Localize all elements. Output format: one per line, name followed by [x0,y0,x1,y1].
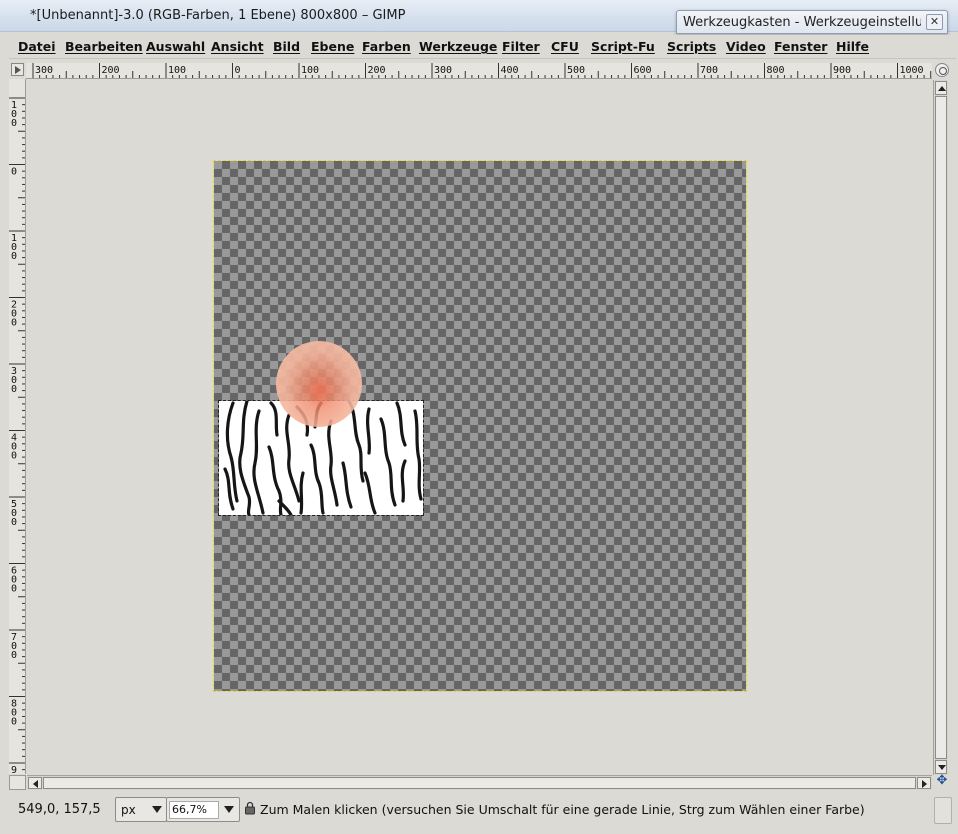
zoom-selector[interactable]: 66,7% [166,797,240,822]
menu-cfu[interactable]: CFU [551,39,579,54]
ruler-label: 800 [767,65,785,76]
menu-filters[interactable]: Filter [502,39,540,54]
ruler-label: 400 [11,433,17,462]
scroll-left-icon[interactable] [28,777,42,789]
chevron-down-icon [152,806,162,813]
menu-image[interactable]: Bild [273,39,300,54]
close-icon[interactable]: ✕ [926,14,943,30]
quick-mask-toggle[interactable] [9,775,26,790]
menu-script-fu[interactable]: Script-Fu [591,39,655,54]
gimp-image-window: *[Unbenannt]-3.0 (RGB-Farben, 1 Ebene) 8… [0,0,958,834]
menu-view[interactable]: Ansicht [211,39,264,54]
tool-icon [245,801,255,815]
zoom-image-when-window-size-changes-icon[interactable] [935,63,949,77]
ruler-label: 100 [11,233,17,262]
ruler-label: 200 [102,65,120,76]
menu-scripts[interactable]: Scripts [667,39,716,54]
ruler-label: 1000 [900,65,924,76]
menu-file[interactable]: Datei [18,39,56,54]
ruler-label: 300 [434,65,452,76]
horizontal-ruler-ticks: 300 200 100 0 100 200 300 400 500 600 700 800 900 100… [32,63,932,78]
ruler-label: 0 [235,65,241,76]
ruler-label: 300 [35,65,53,76]
ruler-label: 900 [833,65,851,76]
menu-bar: Datei Bearbeiten Auswahl Ansicht Bild Eb… [9,35,956,59]
navigate-icon[interactable]: ✥ [935,774,949,789]
horizontal-ruler[interactable]: 300 200 100 0 100 200 300 400 500 600 700 800 900 100… [26,63,932,79]
menu-video[interactable]: Video [726,39,766,54]
scroll-up-icon[interactable] [935,81,947,95]
scroll-right-icon[interactable] [917,777,931,789]
vertical-ruler-ticks: 1 0 0 0 1 0 0 2 0 0 3 0 0 4 0 0 5 0 0 6 0 0 7 0 0 8 0 0 9 [9,97,25,774]
toolbox-window-tab[interactable]: Werkzeugkasten - Werkzeugeinstellung... … [676,10,948,34]
toolbox-window-title: Werkzeugkasten - Werkzeugeinstellung... [683,15,921,30]
ruler-label: 300 [11,366,17,395]
menu-select[interactable]: Auswahl [146,39,205,54]
pointer-coordinates: 549,0, 157,5 [18,802,101,817]
vertical-scroll-thumb[interactable] [935,96,947,759]
menu-tools[interactable]: Werkzeuge [419,39,497,54]
unit-selector[interactable]: px [115,797,167,822]
paint-stroke [276,341,362,427]
canvas-area[interactable] [27,80,932,775]
ruler-label: 800 [11,699,17,728]
cancel-button[interactable] [934,797,952,824]
ruler-label: 600 [634,65,652,76]
chevron-down-icon[interactable] [224,806,234,813]
ruler-label: 9 [11,765,17,774]
menu-colors[interactable]: Farben [362,39,411,54]
zoom-input[interactable]: 66,7% [169,801,219,819]
window-title: *[Unbenannt]-3.0 (RGB-Farben, 1 Ebene) 8… [30,8,406,23]
ruler-label: 200 [368,65,386,76]
ruler-label: 100 [11,100,17,129]
menu-arrow-button[interactable] [11,63,24,76]
menu-windows[interactable]: Fenster [774,39,827,54]
ruler-label: 0 [11,167,17,178]
horizontal-scrollbar[interactable] [27,775,932,790]
ruler-label: 100 [168,65,186,76]
menu-help[interactable]: Hilfe [836,39,869,54]
status-bar: 549,0, 157,5 px 66,7% Zum Malen klicken … [9,791,956,834]
menu-edit[interactable]: Bearbeiten [65,39,143,54]
ruler-label: 700 [700,65,718,76]
status-message: Zum Malen klicken (versuchen Sie Umschal… [260,802,865,817]
ruler-label: 400 [501,65,519,76]
ruler-label: 700 [11,632,17,661]
ruler-label: 200 [11,300,17,329]
scroll-down-icon[interactable] [935,760,947,774]
unit-label: px [121,803,136,817]
vertical-ruler[interactable]: 100 0 100 200 300 400 500 600 700 800 9 [9,79,26,774]
ruler-label: 600 [11,566,17,595]
horizontal-scroll-thumb[interactable] [43,777,916,789]
menu-layer[interactable]: Ebene [311,39,354,54]
ruler-label: 500 [11,499,17,528]
ruler-label: 500 [567,65,585,76]
ruler-label: 100 [301,65,319,76]
vertical-scrollbar[interactable] [933,80,948,775]
